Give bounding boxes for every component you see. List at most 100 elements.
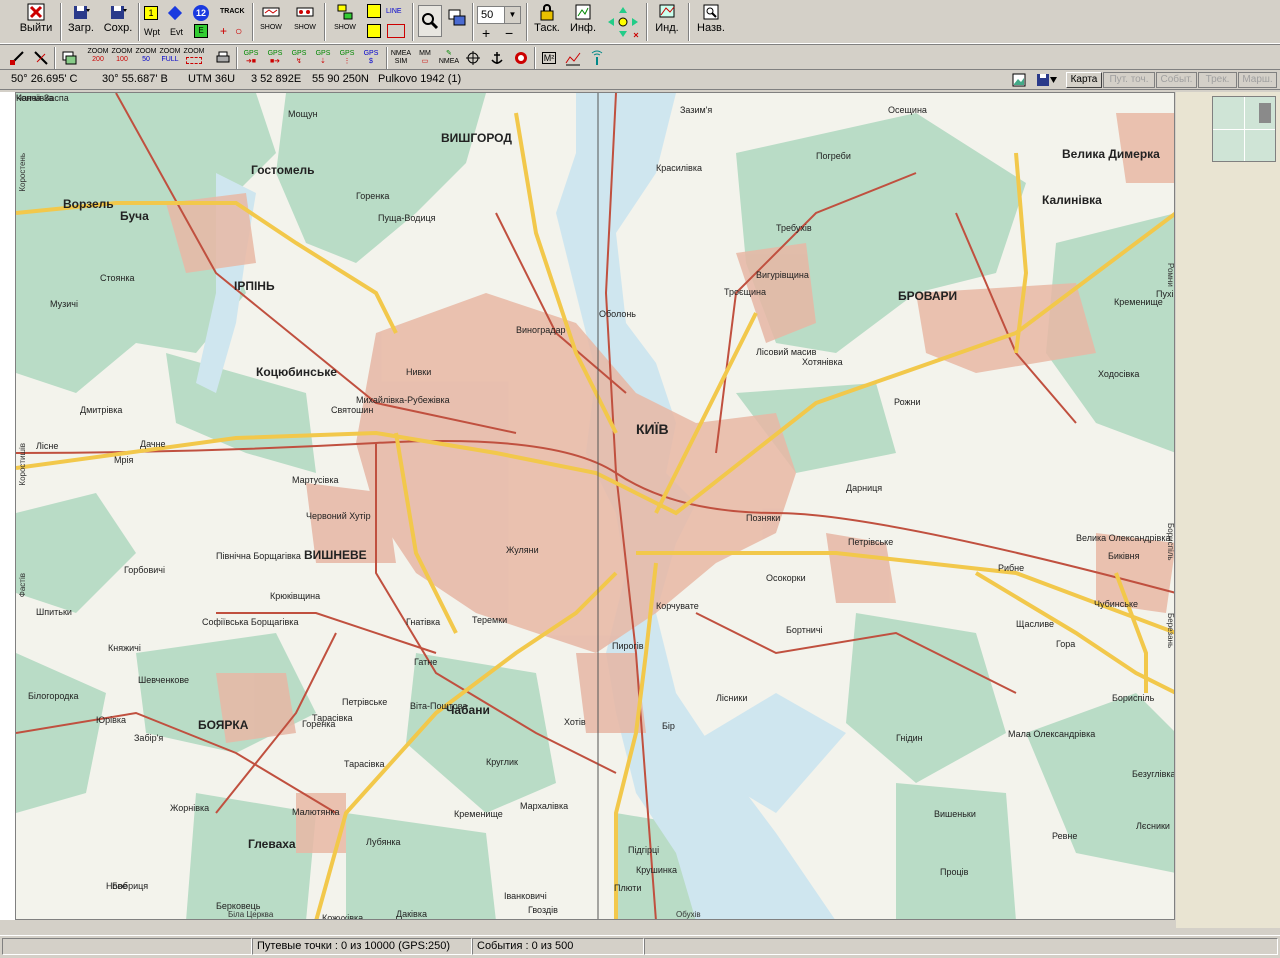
line-mode-icon-2[interactable]: [367, 24, 381, 38]
tab-tracks[interactable]: Трек.: [1198, 72, 1237, 88]
load-disk-icon: [74, 6, 90, 19]
zoom-presets: ZOOM 200 ZOOM 100 ZOOM 50 ZOOM FULL ZOOM: [86, 48, 206, 68]
signal-button[interactable]: [586, 48, 608, 68]
waypoint-add-icon[interactable]: 1: [144, 6, 158, 20]
area-button[interactable]: M²: [538, 48, 560, 68]
tab-map[interactable]: Карта: [1066, 72, 1102, 88]
track-label[interactable]: TRACK: [220, 8, 245, 15]
task-button[interactable]: Таск.: [530, 0, 564, 42]
save-map-button[interactable]: [1034, 71, 1060, 88]
layers-button[interactable]: [58, 48, 80, 68]
stop-button[interactable]: [510, 48, 532, 68]
mm-button[interactable]: MM ▭: [414, 48, 436, 68]
load-button[interactable]: Загр.: [62, 0, 100, 42]
toolbar-separator: [646, 3, 648, 41]
tab-waypoints[interactable]: Пут. точ.: [1103, 72, 1155, 88]
longitude-readout: 30° 55.687' В: [102, 73, 168, 85]
measure-tool-button[interactable]: [30, 48, 52, 68]
toolbar-separator: [252, 3, 254, 41]
map-image-button[interactable]: [1010, 71, 1028, 88]
toolbar-separator: [534, 47, 536, 69]
gps-waypoint-button[interactable]: GPS ⋮: [336, 48, 358, 68]
toolbar-separator: [386, 47, 388, 69]
right-panel: [1176, 92, 1280, 928]
wpt-label: Wpt: [144, 27, 161, 37]
zoom-select-value: 50: [481, 9, 494, 21]
lifebuoy-icon: [515, 52, 527, 64]
ruler-icon: [34, 51, 48, 65]
track-add-icon[interactable]: +: [220, 24, 227, 38]
center-gps-button[interactable]: [462, 48, 484, 68]
map-left-margin: [0, 92, 15, 920]
zoom-preset-full[interactable]: ZOOM FULL: [158, 48, 182, 68]
nmea-sim-button[interactable]: NMEA SIM: [390, 48, 412, 68]
line-mode-icon[interactable]: [367, 4, 381, 18]
northing-readout: 55 90 250N: [312, 73, 369, 85]
toolbar-separator: [526, 3, 528, 41]
line-label[interactable]: LINE: [386, 8, 402, 15]
pan-arrows-button[interactable]: [604, 4, 642, 40]
profile-chart-icon: [565, 52, 581, 66]
utm-zone-readout: UTM 36U: [188, 73, 236, 85]
datum-readout: Pulkovo 1942 (1): [378, 73, 462, 85]
anchor-button[interactable]: [486, 48, 508, 68]
zoom-preset-area[interactable]: ZOOM: [182, 48, 206, 68]
zoom-select[interactable]: 50 ▼: [477, 6, 521, 24]
lock-icon: [540, 4, 554, 21]
minimap-viewport: [1259, 103, 1271, 123]
toolbar-separator: [688, 3, 690, 41]
show-waypoints-button[interactable]: SHOW: [290, 0, 320, 42]
coordinate-bar: 50° 26.695' С 30° 55.687' В UTM 36U 3 52…: [0, 70, 1280, 90]
zoom-preset-100[interactable]: ZOOM 100: [110, 48, 134, 68]
zoom-in-icon[interactable]: +: [482, 25, 490, 41]
print-button[interactable]: [212, 48, 234, 68]
gps-track-button[interactable]: GPS ↯: [288, 48, 310, 68]
waypoint-count-badge[interactable]: 12: [193, 5, 209, 21]
scale-tool-button[interactable]: [6, 48, 28, 68]
tab-routes[interactable]: Марш.: [1238, 72, 1277, 88]
save-disk-icon: [111, 6, 127, 19]
status-empty-cell: [2, 938, 252, 955]
show-events-button[interactable]: SHOW: [330, 0, 360, 42]
toolbar-separator: [412, 3, 414, 41]
gps-send-button[interactable]: GPS ➜■: [240, 48, 262, 68]
edge-label-romny: Ромни: [1166, 263, 1175, 287]
diamond-icon[interactable]: [167, 5, 183, 21]
indicator-button[interactable]: Инд.: [650, 0, 684, 42]
names-search-icon: [703, 4, 719, 20]
easting-readout: 3 52 892E: [251, 73, 302, 85]
window-tool-button[interactable]: [446, 8, 468, 28]
gps-receive-button[interactable]: GPS ■➜: [264, 48, 286, 68]
magnifier-icon: [422, 13, 439, 30]
save-button[interactable]: Сохр.: [100, 0, 136, 42]
info-button[interactable]: Инф.: [566, 0, 600, 42]
main-toolbar: Выйти Загр. Сохр. 1 12 Wpt Evt E TRACK +…: [0, 0, 1280, 44]
zoom-tool-button[interactable]: [418, 5, 442, 37]
chevron-down-icon[interactable]: ▼: [504, 7, 520, 23]
zoom-out-icon[interactable]: −: [505, 25, 513, 41]
gps-route-button[interactable]: GPS ⇣: [312, 48, 334, 68]
edge-label-korostyshiv: Коростишів: [18, 443, 27, 486]
gps-event-button[interactable]: GPS $: [360, 48, 382, 68]
zoom-preset-200[interactable]: ZOOM 200: [86, 48, 110, 68]
antenna-icon: [591, 50, 603, 65]
status-bar: Путевые точки : 0 из 10000 (GPS:250) Соб…: [0, 935, 1280, 958]
exit-button[interactable]: Выйти: [14, 0, 58, 42]
scale-icon: [10, 51, 24, 65]
rect-mode-icon[interactable]: [387, 24, 405, 38]
nmea-log-button[interactable]: ✎ NMEA: [438, 48, 460, 68]
map-canvas[interactable]: Коростень Коростишів Фастів Ромни Борисп…: [15, 92, 1175, 920]
profile-button[interactable]: [562, 48, 584, 68]
show-track-button[interactable]: SHOW: [256, 0, 286, 42]
pan-arrows-icon: [608, 7, 639, 38]
track-remove-icon[interactable]: ○: [235, 24, 242, 38]
event-add-icon[interactable]: E: [194, 24, 208, 38]
edge-label-berezan: Березань: [1166, 613, 1175, 649]
names-button[interactable]: Назв.: [692, 0, 730, 42]
windows-icon: [448, 9, 466, 26]
zoom-preset-50[interactable]: ZOOM 50: [134, 48, 158, 68]
overview-minimap[interactable]: [1212, 96, 1276, 162]
secondary-toolbar: ZOOM 200 ZOOM 100 ZOOM 50 ZOOM FULL ZOOM GPS…: [0, 44, 1280, 70]
latitude-readout: 50° 26.695' С: [11, 73, 78, 85]
tab-events[interactable]: Событ.: [1156, 72, 1197, 88]
